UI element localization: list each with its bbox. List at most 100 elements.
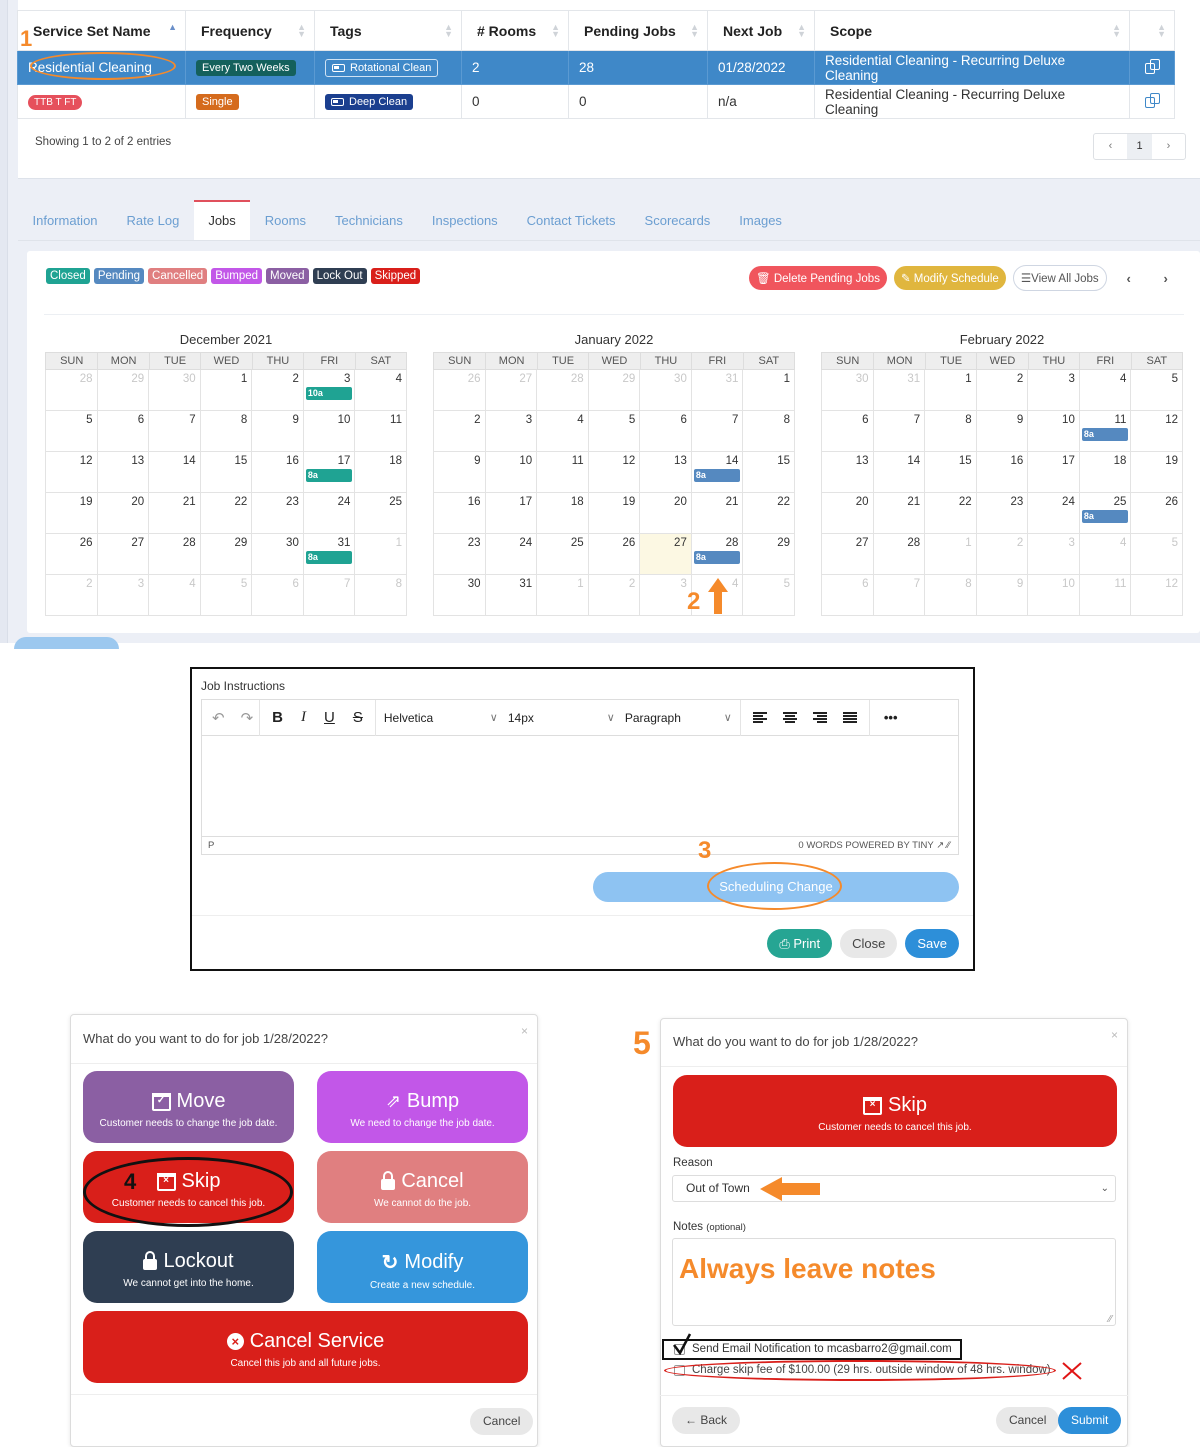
- col-pending-jobs[interactable]: Pending Jobs ▲ ▼: [568, 10, 708, 51]
- calendar-event-pending[interactable]: 8a: [1081, 428, 1129, 441]
- calendar-day[interactable]: 3: [485, 411, 538, 452]
- calendar-day[interactable]: 20: [97, 493, 150, 534]
- calendar-day[interactable]: 17: [1028, 452, 1080, 493]
- calendar-day[interactable]: 25 8a: [1079, 493, 1132, 534]
- pagination-next[interactable]: ›: [1152, 134, 1185, 159]
- calendar-day[interactable]: 5: [743, 575, 795, 616]
- calendar-day[interactable]: 26: [1131, 493, 1183, 534]
- more-icon[interactable]: •••: [884, 710, 898, 725]
- col-frequency[interactable]: Frequency ▲ ▼: [185, 10, 315, 51]
- align-left-icon[interactable]: [752, 712, 767, 723]
- calendar-day[interactable]: 29: [97, 370, 150, 411]
- close-button[interactable]: Close: [840, 929, 898, 958]
- calendar-day[interactable]: 2: [976, 370, 1029, 411]
- calendar-day[interactable]: 20: [822, 493, 874, 534]
- delete-pending-jobs-button[interactable]: 🗑 Delete Pending Jobs: [749, 266, 887, 290]
- calendar-day[interactable]: 21: [149, 493, 201, 534]
- calendar-day[interactable]: 9: [434, 452, 486, 493]
- calendar-day[interactable]: 8: [200, 411, 253, 452]
- calendar-day[interactable]: 1: [355, 534, 407, 575]
- calendar-day[interactable]: 14: [873, 452, 926, 493]
- tab-inspections[interactable]: Inspections: [417, 200, 512, 240]
- calendar-day[interactable]: 17: [485, 493, 538, 534]
- calendar-day[interactable]: 27: [822, 534, 874, 575]
- calendar-day[interactable]: 6: [822, 411, 874, 452]
- reason-select[interactable]: Out of Town ⌄: [672, 1175, 1116, 1202]
- resize-handle-icon[interactable]: ⁄⁄: [1109, 1314, 1112, 1325]
- calendar-day[interactable]: 7: [873, 411, 926, 452]
- calendar-day[interactable]: 7: [691, 411, 744, 452]
- calendar-day[interactable]: 8: [355, 575, 407, 616]
- calendar-day[interactable]: 2: [588, 575, 641, 616]
- back-button[interactable]: ← Back: [672, 1407, 741, 1434]
- col-scope[interactable]: Scope ▲ ▼: [814, 10, 1130, 51]
- calendar-day[interactable]: 6: [822, 575, 874, 616]
- strikethrough-icon[interactable]: S: [353, 709, 363, 726]
- col-next-job[interactable]: Next Job ▲ ▼: [707, 10, 815, 51]
- calendar-day[interactable]: 31: [485, 575, 538, 616]
- calendar-day[interactable]: 3: [97, 575, 150, 616]
- editor-content-area[interactable]: [202, 736, 958, 836]
- calendar-day[interactable]: 10: [1028, 411, 1080, 452]
- calendar-day[interactable]: 29: [588, 370, 641, 411]
- view-all-jobs-button[interactable]: ☰View All Jobs: [1012, 265, 1107, 291]
- calendar-day[interactable]: 24: [485, 534, 538, 575]
- cancel-service-option-button[interactable]: × Cancel Service Cancel this job and all …: [83, 1311, 528, 1383]
- calendar-day[interactable]: 15: [200, 452, 253, 493]
- calendar-next-button[interactable]: ›: [1151, 271, 1181, 286]
- calendar-day[interactable]: 1: [925, 370, 977, 411]
- calendar-day[interactable]: 23: [252, 493, 304, 534]
- calendar-day[interactable]: 12: [588, 452, 641, 493]
- calendar-day[interactable]: 9: [252, 411, 304, 452]
- calendar-day[interactable]: 28 8a: [691, 534, 744, 575]
- service-set-name[interactable]: TTB T FT: [28, 95, 83, 110]
- calendar-day[interactable]: 26: [434, 370, 486, 411]
- external-link-icon[interactable]: ↗: [936, 840, 944, 851]
- calendar-day[interactable]: 7: [303, 575, 356, 616]
- modify-schedule-button[interactable]: ✎ Modify Schedule: [893, 266, 1006, 290]
- calendar-day[interactable]: 2: [976, 534, 1029, 575]
- calendar-day[interactable]: 30: [434, 575, 486, 616]
- calendar-day[interactable]: 20: [640, 493, 692, 534]
- calendar-day[interactable]: 28: [149, 534, 201, 575]
- calendar-day[interactable]: 5: [1131, 534, 1183, 575]
- calendar-day[interactable]: 10: [303, 411, 356, 452]
- close-icon[interactable]: ×: [521, 1024, 528, 1038]
- calendar-day[interactable]: 3: [1028, 370, 1080, 411]
- calendar-day[interactable]: 18: [537, 493, 589, 534]
- undo-icon[interactable]: ↶: [212, 709, 225, 727]
- lockout-option-button[interactable]: Lockout We cannot get into the home.: [83, 1231, 294, 1303]
- block-format-select[interactable]: Paragraph ∨: [625, 711, 732, 725]
- calendar-day[interactable]: 5: [200, 575, 253, 616]
- calendar-day[interactable]: 26: [588, 534, 641, 575]
- calendar-day[interactable]: 28: [537, 370, 589, 411]
- tab-rate-log[interactable]: Rate Log: [112, 200, 194, 240]
- calendar-day[interactable]: 23: [434, 534, 486, 575]
- calendar-day[interactable]: 3: [1028, 534, 1080, 575]
- resize-handle-icon[interactable]: ⁄⁄: [947, 840, 950, 851]
- calendar-day[interactable]: 9: [976, 411, 1029, 452]
- calendar-day[interactable]: 29: [200, 534, 253, 575]
- calendar-day[interactable]: 27: [485, 370, 538, 411]
- calendar-event-closed[interactable]: 10a: [305, 387, 353, 400]
- calendar-day[interactable]: 9: [976, 575, 1029, 616]
- submit-button[interactable]: Submit: [1058, 1407, 1122, 1434]
- calendar-event-pending[interactable]: 8a: [693, 551, 741, 564]
- calendar-day[interactable]: 4: [1079, 370, 1132, 411]
- tab-images[interactable]: Images: [725, 200, 797, 240]
- calendar-event-closed[interactable]: 8a: [305, 469, 353, 482]
- save-button[interactable]: Save: [905, 929, 959, 958]
- calendar-day[interactable]: 27: [640, 534, 692, 575]
- calendar-day[interactable]: 2: [46, 575, 98, 616]
- calendar-day[interactable]: 23: [976, 493, 1029, 534]
- calendar-day[interactable]: 8: [925, 411, 977, 452]
- calendar-day[interactable]: 4: [149, 575, 201, 616]
- bold-icon[interactable]: B: [272, 709, 283, 726]
- calendar-day[interactable]: 2: [434, 411, 486, 452]
- calendar-day[interactable]: 22: [925, 493, 977, 534]
- calendar-event-pending[interactable]: 8a: [1081, 510, 1129, 523]
- calendar-day[interactable]: 11: [1079, 575, 1132, 616]
- table-row[interactable]: Residential Cleaning Every Two Weeks Rot…: [17, 50, 1175, 85]
- calendar-day[interactable]: 22: [743, 493, 795, 534]
- cancel-button[interactable]: Cancel: [470, 1408, 534, 1435]
